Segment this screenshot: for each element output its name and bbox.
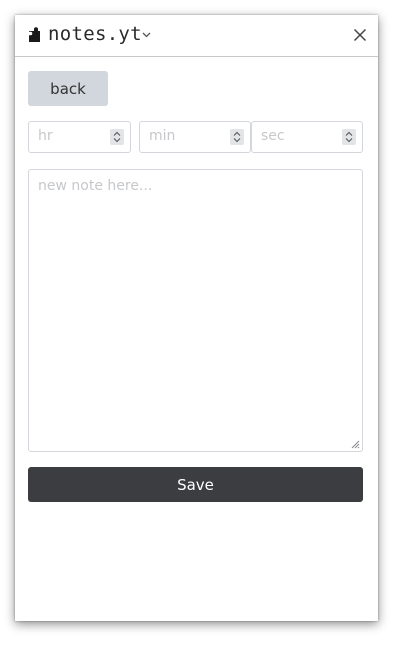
seconds-field[interactable] xyxy=(251,121,363,153)
note-field[interactable] xyxy=(28,169,363,452)
chevron-down-icon[interactable] xyxy=(141,29,152,40)
save-button[interactable]: Save xyxy=(28,467,363,502)
hours-input[interactable] xyxy=(38,128,98,144)
seconds-input[interactable] xyxy=(261,128,321,144)
close-icon[interactable] xyxy=(353,28,367,42)
resize-grip-icon[interactable] xyxy=(351,440,360,449)
note-textarea[interactable] xyxy=(29,170,362,451)
popup-header: notes.yt xyxy=(15,15,378,57)
back-button[interactable]: back xyxy=(28,71,108,106)
extension-popup: notes.yt back Save xyxy=(15,15,378,621)
seconds-spinner-icon[interactable] xyxy=(342,129,356,145)
hours-field[interactable] xyxy=(28,121,131,153)
hours-spinner-icon[interactable] xyxy=(110,129,124,145)
minutes-field[interactable] xyxy=(139,121,251,153)
minutes-spinner-icon[interactable] xyxy=(230,129,244,145)
puzzle-piece-icon xyxy=(29,27,40,42)
extension-title: notes.yt xyxy=(48,23,142,45)
minutes-input[interactable] xyxy=(149,128,209,144)
